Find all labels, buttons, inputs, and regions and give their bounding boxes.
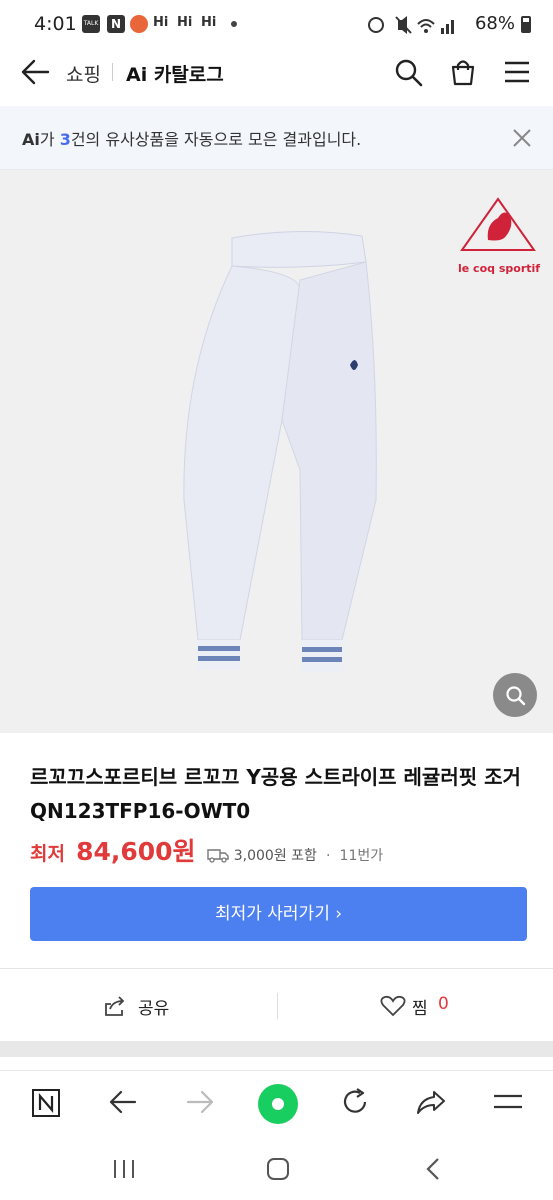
price-row: 최저 84,600원 3,000원 포함 · 11번가 — [30, 832, 383, 866]
share-icon[interactable] — [103, 994, 127, 1018]
status-time: 4:01 — [34, 13, 77, 35]
ai-label: Ai — [22, 130, 40, 149]
home-button-icon[interactable] — [266, 1157, 290, 1181]
battery-icon — [521, 16, 531, 33]
back-icon[interactable] — [109, 1089, 137, 1115]
status-bar: 4:01 TALK N Hi Hi Hi 68% — [0, 0, 553, 50]
system-status-icons — [368, 16, 454, 34]
seller-name[interactable]: 11번가 — [340, 848, 384, 864]
app-notification-icon — [130, 15, 148, 33]
forward-icon[interactable] — [186, 1089, 214, 1115]
share-arrow-icon[interactable] — [416, 1089, 446, 1115]
page-title: Ai 카탈로그 — [126, 64, 224, 86]
ai-result-banner: Ai가 3건의 유사상품을 자동으로 모은 결과입니다. — [0, 106, 553, 170]
system-nav-bar — [0, 1136, 553, 1200]
lowest-price: 84,600원 — [76, 837, 196, 866]
buy-lowest-price-button[interactable]: 최저가 사러가기 › — [30, 887, 527, 941]
breadcrumb-shopping[interactable]: 쇼핑 — [66, 60, 101, 87]
dot-separator: · — [326, 848, 331, 864]
breadcrumb-separator — [112, 63, 113, 81]
delivery-truck-icon — [206, 849, 229, 863]
zoom-button[interactable] — [493, 673, 537, 717]
heart-icon[interactable] — [380, 994, 406, 1018]
hi-notification-icon: Hi — [177, 15, 193, 30]
brand-logo — [460, 197, 536, 251]
hamburger-icon[interactable] — [493, 1091, 523, 1113]
naver-notification-icon: N — [107, 15, 125, 33]
section-gap — [0, 1041, 553, 1057]
browser-toolbar — [0, 1070, 553, 1137]
lowest-price-label: 최저 — [30, 843, 65, 865]
hi-notification-icon: Hi — [201, 15, 217, 30]
battery-percent: 68% — [474, 13, 515, 34]
product-title: 르꼬끄스포르티브 르꼬끄 Y공용 스트라이프 레귤러핏 조거 QN123TFP1… — [30, 765, 521, 823]
system-back-icon[interactable] — [424, 1157, 444, 1181]
cart-bag-icon[interactable] — [449, 57, 477, 87]
back-arrow-icon[interactable] — [20, 58, 50, 86]
wish-count: 0 — [438, 994, 449, 1014]
shipping-fee: 3,000원 포함 — [233, 848, 317, 864]
refresh-icon[interactable] — [340, 1087, 370, 1117]
close-icon[interactable] — [512, 128, 532, 148]
zoom-icon — [506, 686, 526, 706]
naver-n-icon[interactable] — [31, 1088, 61, 1118]
hi-notification-icon: Hi — [153, 15, 169, 30]
product-image[interactable]: le coq sportif — [0, 170, 553, 733]
kakaotalk-notification-icon: TALK — [82, 15, 100, 33]
home-dot-icon[interactable] — [258, 1084, 298, 1124]
app-header: 쇼핑 Ai 카탈로그 — [0, 50, 553, 106]
brand-logo-text: le coq sportif — [458, 262, 541, 275]
banner-message: Ai가 3건의 유사상품을 자동으로 모은 결과입니다. — [22, 130, 362, 149]
action-separator — [277, 993, 278, 1019]
search-icon[interactable] — [395, 59, 423, 87]
share-label[interactable]: 공유 — [138, 994, 169, 1019]
more-notifications-dot — [231, 21, 237, 27]
wish-label[interactable]: 찜 — [412, 994, 428, 1019]
menu-icon[interactable] — [503, 60, 531, 84]
similar-count: 3 — [59, 130, 71, 149]
recent-apps-icon[interactable] — [112, 1158, 136, 1180]
